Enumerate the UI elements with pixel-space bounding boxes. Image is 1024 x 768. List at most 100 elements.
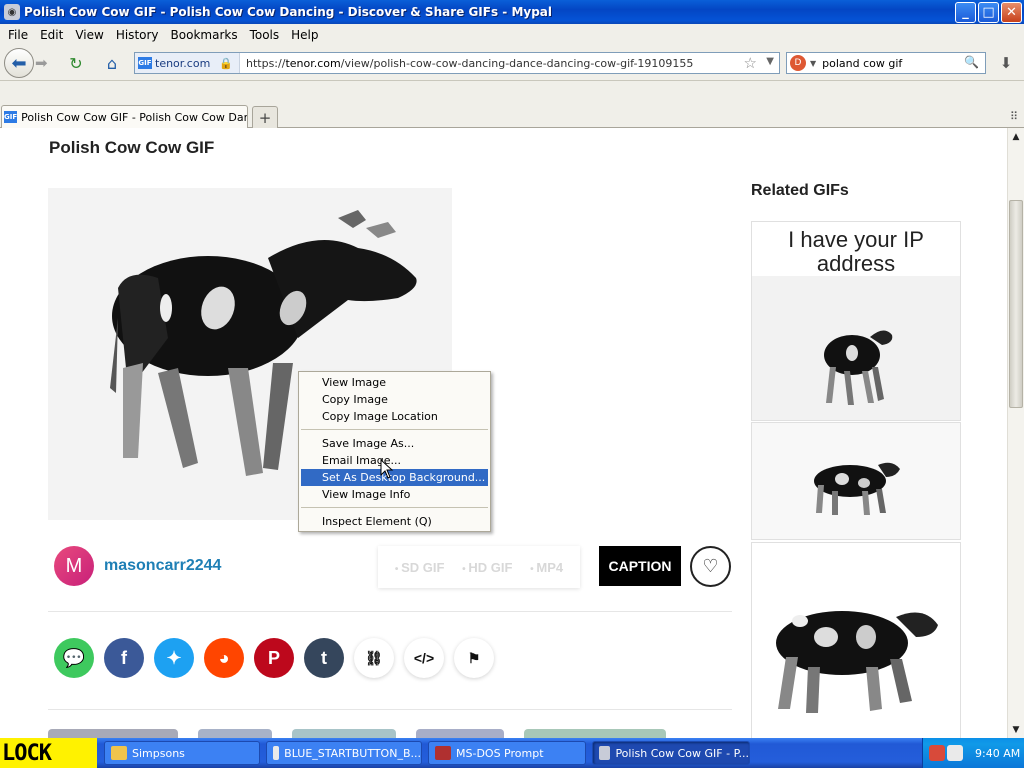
url-history-dropdown-icon[interactable]: ▼ bbox=[766, 56, 774, 67]
duckduckgo-engine-icon[interactable]: D bbox=[790, 55, 806, 71]
mypal-app-icon[interactable]: ◉ bbox=[4, 4, 20, 20]
embed-button[interactable]: </> bbox=[404, 638, 444, 678]
taskbar-item-blue-startbutton[interactable]: BLUE_STARTBUTTON_B... bbox=[266, 741, 422, 765]
share-buttons: 💬 f ✦ ◕ P t ⛓ </> ⚑ bbox=[54, 638, 494, 678]
clock[interactable]: 9:40 AM bbox=[975, 747, 1020, 760]
tab-polish-cow[interactable]: GIF Polish Cow Cow GIF - Polish Cow Cow … bbox=[1, 105, 248, 128]
uploader-name[interactable]: masoncarr2244 bbox=[104, 557, 221, 575]
share-reddit-button[interactable]: ◕ bbox=[204, 638, 244, 678]
menu-view-image-info[interactable]: View Image Info bbox=[301, 486, 488, 503]
tray-volume-icon[interactable] bbox=[947, 745, 963, 761]
related-gif-caption: I have your IP address bbox=[752, 222, 960, 276]
menu-view[interactable]: View bbox=[69, 28, 109, 42]
context-menu: View Image Copy Image Copy Image Locatio… bbox=[298, 371, 491, 532]
system-tray: 9:40 AM bbox=[922, 738, 1024, 768]
tab-list-icon[interactable]: ⠿ bbox=[1010, 110, 1018, 123]
reload-button[interactable]: ↻ bbox=[64, 53, 88, 73]
back-arrow-icon: ⬅ bbox=[11, 52, 27, 74]
format-hd-gif[interactable]: HD GIF bbox=[462, 560, 512, 575]
format-options: SD GIF HD GIF MP4 bbox=[378, 546, 580, 588]
menu-history[interactable]: History bbox=[110, 28, 165, 42]
share-facebook-button[interactable]: f bbox=[104, 638, 144, 678]
related-gif-3[interactable] bbox=[751, 542, 961, 738]
tab-bar: GIF Polish Cow Cow GIF - Polish Cow Cow … bbox=[0, 81, 1024, 128]
menu-copy-image[interactable]: Copy Image bbox=[301, 391, 488, 408]
menu-inspect-element[interactable]: Inspect Element (Q) bbox=[301, 513, 488, 530]
back-button[interactable]: ⬅ bbox=[4, 48, 34, 78]
new-tab-button[interactable]: + bbox=[252, 106, 278, 128]
taskbar-item-label: BLUE_STARTBUTTON_B... bbox=[284, 746, 421, 760]
menu-file[interactable]: File bbox=[2, 28, 34, 42]
uploader-info[interactable]: M masoncarr2244 bbox=[54, 546, 221, 586]
site-identity-button[interactable]: GIF tenor.com 🔒 bbox=[135, 53, 240, 73]
forward-button[interactable]: ➡ bbox=[35, 54, 48, 72]
search-icon[interactable]: 🔍 bbox=[964, 55, 979, 69]
menu-help[interactable]: Help bbox=[285, 28, 324, 42]
tray-app-icon[interactable] bbox=[929, 745, 945, 761]
twitter-icon: ✦ bbox=[166, 647, 182, 668]
scroll-thumb[interactable] bbox=[1009, 200, 1023, 408]
close-button[interactable]: ✕ bbox=[1001, 2, 1022, 23]
taskbar-item-mypal[interactable]: Polish Cow Cow GIF - P... bbox=[592, 741, 750, 765]
search-input[interactable]: poland cow gif bbox=[822, 57, 902, 70]
related-cow-image-1 bbox=[824, 330, 893, 405]
menu-separator bbox=[301, 507, 488, 508]
window-titlebar: ◉ Polish Cow Cow GIF - Polish Cow Cow Da… bbox=[0, 0, 1024, 24]
site-identity-label: tenor.com bbox=[155, 56, 211, 70]
vertical-scrollbar[interactable]: ▲ ▼ bbox=[1007, 128, 1024, 738]
tag-chip[interactable] bbox=[48, 729, 178, 738]
share-tumblr-button[interactable]: t bbox=[304, 638, 344, 678]
divider bbox=[48, 709, 732, 710]
menu-tools[interactable]: Tools bbox=[244, 28, 286, 42]
related-gif-2[interactable] bbox=[751, 422, 961, 540]
url-text[interactable]: https://tenor.com/view/polish-cow-cow-da… bbox=[240, 57, 693, 70]
tag-chip[interactable] bbox=[198, 729, 272, 738]
heart-icon: ♡ bbox=[702, 556, 719, 577]
menu-view-image[interactable]: View Image bbox=[301, 374, 488, 391]
search-bar[interactable]: D ▼ poland cow gif 🔍 bbox=[786, 52, 986, 74]
maximize-button[interactable]: □ bbox=[978, 2, 999, 23]
tag-chip[interactable] bbox=[292, 729, 396, 738]
menu-set-as-desktop-background[interactable]: Set As Desktop Background... bbox=[301, 469, 488, 486]
pinterest-icon: P bbox=[267, 647, 280, 668]
share-pinterest-button[interactable]: P bbox=[254, 638, 294, 678]
menu-separator bbox=[301, 429, 488, 430]
taskbar-item-label: MS-DOS Prompt bbox=[456, 746, 544, 760]
taskbar-item-simpsons[interactable]: Simpsons bbox=[104, 741, 260, 765]
tenor-favicon-icon: GIF bbox=[138, 57, 152, 69]
start-button[interactable]: LOCK bbox=[0, 738, 97, 768]
menu-email-image[interactable]: Email Image... bbox=[301, 452, 488, 469]
downloads-button[interactable]: ⬇ bbox=[994, 53, 1018, 73]
menu-save-image-as[interactable]: Save Image As... bbox=[301, 435, 488, 452]
url-bar[interactable]: GIF tenor.com 🔒 https://tenor.com/view/p… bbox=[134, 52, 780, 74]
message-icon: 💬 bbox=[62, 647, 86, 668]
tab-favicon-icon: GIF bbox=[4, 111, 18, 123]
menu-edit[interactable]: Edit bbox=[34, 28, 69, 42]
favorite-heart-button[interactable]: ♡ bbox=[690, 546, 731, 587]
share-twitter-button[interactable]: ✦ bbox=[154, 638, 194, 678]
home-button[interactable]: ⌂ bbox=[100, 53, 124, 73]
download-arrow-icon: ⬇ bbox=[999, 54, 1013, 72]
menu-bookmarks[interactable]: Bookmarks bbox=[165, 28, 244, 42]
bookmark-star-icon[interactable]: ☆ bbox=[744, 54, 757, 72]
avatar[interactable]: M bbox=[54, 546, 94, 586]
home-icon: ⌂ bbox=[106, 53, 118, 73]
scroll-up-arrow-icon[interactable]: ▲ bbox=[1008, 128, 1024, 145]
engine-dropdown-icon[interactable]: ▼ bbox=[810, 59, 816, 68]
share-message-button[interactable]: 💬 bbox=[54, 638, 94, 678]
format-sd-gif[interactable]: SD GIF bbox=[395, 560, 444, 575]
minimize-button[interactable]: _ bbox=[955, 2, 976, 23]
navigation-toolbar: ⬅ ➡ ↻ ⌂ GIF tenor.com 🔒 https://tenor.co… bbox=[0, 45, 1024, 81]
related-gif-1[interactable]: I have your IP address bbox=[751, 221, 961, 421]
tag-chip[interactable] bbox=[416, 729, 504, 738]
taskbar-item-ms-dos-prompt[interactable]: MS-DOS Prompt bbox=[428, 741, 586, 765]
taskbar: LOCK Simpsons BLUE_STARTBUTTON_B... MS-D… bbox=[0, 738, 1024, 768]
menu-copy-image-location[interactable]: Copy Image Location bbox=[301, 408, 488, 425]
format-mp4[interactable]: MP4 bbox=[530, 560, 563, 575]
scroll-down-arrow-icon[interactable]: ▼ bbox=[1008, 721, 1024, 738]
mouse-cursor-icon bbox=[380, 459, 394, 479]
tag-chip[interactable] bbox=[524, 729, 666, 738]
report-button[interactable]: ⚑ bbox=[454, 638, 494, 678]
copy-link-button[interactable]: ⛓ bbox=[354, 638, 394, 678]
caption-button[interactable]: CAPTION bbox=[599, 546, 681, 586]
